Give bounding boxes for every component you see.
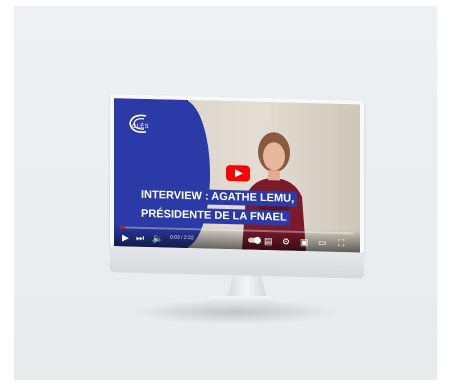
monitor: CLÉS INTERVIEW : AGATHE LEMU, PRÉSIDENTE…: [110, 94, 364, 283]
video-player[interactable]: CLÉS INTERVIEW : AGATHE LEMU, PRÉSIDENTE…: [114, 98, 360, 253]
play-icon[interactable]: ▶: [122, 232, 129, 242]
autoplay-toggle[interactable]: [248, 237, 260, 243]
headline-line-1: INTERVIEW : AGATHE LEMU,: [138, 187, 298, 207]
headline-line-2: PRÉSIDENTE DE LA FNAEL: [138, 206, 290, 226]
settings-icon[interactable]: ⚙: [282, 237, 290, 247]
volume-icon[interactable]: 🔈: [152, 233, 163, 243]
logo-text: CLÉS: [132, 123, 149, 131]
video-title-overlay: INTERVIEW : AGATHE LEMU, PRÉSIDENTE DE L…: [138, 185, 298, 227]
theater-icon[interactable]: ▭: [318, 237, 327, 247]
progress-fill: [120, 226, 125, 229]
fullscreen-icon[interactable]: ⛶: [338, 238, 344, 248]
subtitles-icon[interactable]: ▤: [264, 236, 273, 246]
play-icon[interactable]: [226, 165, 250, 182]
time-display: 0:03 / 2:22: [170, 234, 194, 242]
next-icon[interactable]: ⏭: [136, 233, 144, 243]
monitor-stand-base: [200, 296, 280, 306]
miniplayer-icon[interactable]: ▣: [300, 237, 309, 247]
